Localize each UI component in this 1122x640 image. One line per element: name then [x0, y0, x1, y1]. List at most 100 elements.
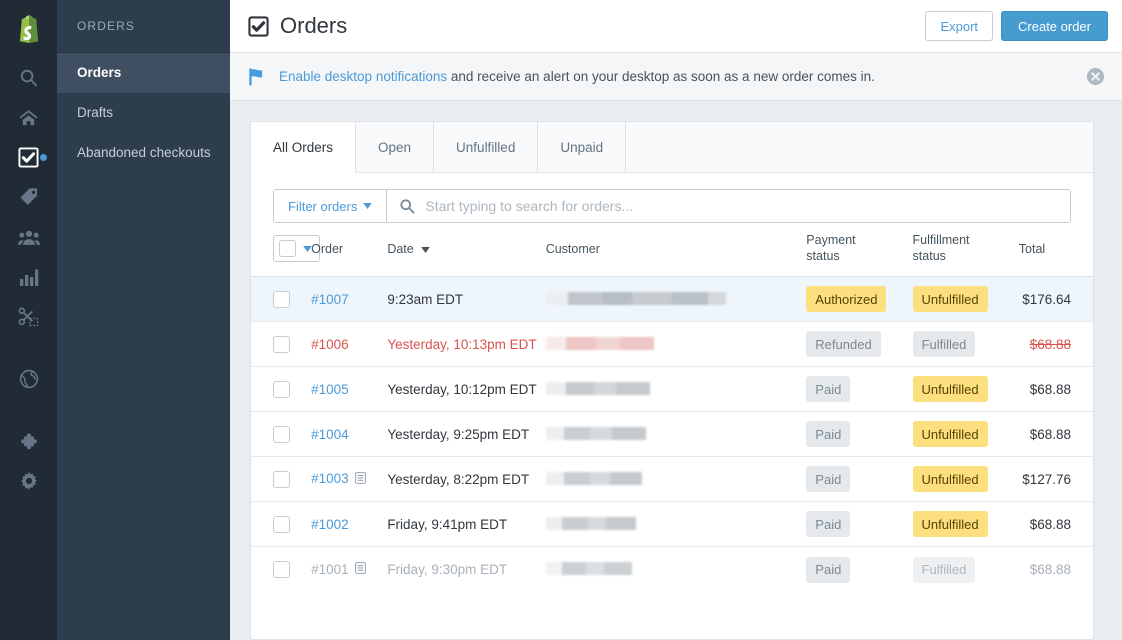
row-checkbox[interactable] [273, 336, 290, 353]
customer-name-redacted [546, 337, 654, 350]
tab-unfulfilled[interactable]: Unfulfilled [434, 122, 538, 172]
rail-item-apps[interactable] [0, 421, 57, 461]
row-order-cell: #1001 [311, 547, 387, 592]
row-payment-cell: Paid [806, 547, 912, 592]
rail-item-orders[interactable] [0, 137, 57, 177]
row-date-cell: Yesterday, 10:13pm EDT [387, 322, 545, 367]
row-select-cell[interactable] [251, 412, 311, 457]
icon-rail [0, 0, 57, 640]
select-all-checkbox[interactable] [279, 240, 296, 257]
rail-item-online-store[interactable] [0, 359, 57, 399]
row-payment-cell: Authorized [806, 277, 912, 322]
row-checkbox[interactable] [273, 471, 290, 488]
row-checkbox[interactable] [273, 291, 290, 308]
order-number-link[interactable]: #1002 [311, 517, 349, 532]
table-row[interactable]: #1002Friday, 9:41pm EDTPaidUnfulfilled$6… [251, 502, 1093, 547]
column-payment-status[interactable]: Payment status [806, 223, 912, 277]
row-customer-cell [546, 412, 807, 457]
puzzle-icon [19, 431, 39, 451]
rail-item-settings[interactable] [0, 461, 57, 501]
table-row[interactable]: #1006 Yesterday, 10:13pm EDT Refunded Fulfi… [251, 322, 1093, 367]
export-button[interactable]: Export [925, 11, 993, 41]
row-select-cell[interactable] [251, 457, 311, 502]
sidebar-item-orders[interactable]: Orders [57, 53, 230, 93]
tab-open[interactable]: Open [356, 122, 434, 172]
row-customer-cell [546, 322, 807, 367]
column-date[interactable]: Date [387, 223, 545, 277]
row-total-cell: $68.88 [1019, 322, 1093, 367]
table-row[interactable]: #1001Friday, 9:30pm EDTPaidFulfilled$68.… [251, 547, 1093, 592]
order-note-icon[interactable] [355, 472, 366, 487]
enable-notifications-link[interactable]: Enable desktop notifications [279, 69, 447, 84]
orders-table: Order Date Customer [251, 223, 1093, 592]
row-checkbox[interactable] [273, 381, 290, 398]
column-customer[interactable]: Customer [546, 223, 807, 277]
fulfillment-status-badge: Unfulfilled [913, 376, 988, 402]
rail-item-reports[interactable] [0, 257, 57, 297]
row-order-cell: #1002 [311, 502, 387, 547]
row-fulfillment-cell: Unfulfilled [913, 457, 1019, 502]
rail-item-products[interactable] [0, 177, 57, 217]
column-total[interactable]: Total [1019, 223, 1093, 277]
notification-banner: Enable desktop notifications and receive… [230, 53, 1122, 101]
sidebar-item-abandoned-checkouts[interactable]: Abandoned checkouts [57, 133, 230, 173]
row-select-cell[interactable] [251, 277, 311, 322]
row-select-cell[interactable] [251, 502, 311, 547]
customer-name-redacted [546, 427, 646, 440]
filter-orders-button[interactable]: Filter orders [274, 190, 387, 222]
customers-icon [18, 229, 40, 246]
table-row[interactable]: #1004Yesterday, 9:25pm EDTPaidUnfulfille… [251, 412, 1093, 457]
row-select-cell[interactable] [251, 322, 311, 367]
payment-status-badge: Authorized [806, 286, 886, 312]
table-row[interactable]: #1005Yesterday, 10:12pm EDTPaidUnfulfill… [251, 367, 1093, 412]
table-row[interactable]: #10079:23am EDTAuthorizedUnfulfilled$176… [251, 277, 1093, 322]
payment-status-badge: Paid [806, 557, 850, 583]
row-select-cell[interactable] [251, 367, 311, 412]
search-wrap [387, 190, 1070, 222]
row-fulfillment-cell: Fulfilled [913, 322, 1019, 367]
order-number-link[interactable]: #1005 [311, 382, 349, 397]
close-notification-button[interactable] [1084, 66, 1106, 88]
bar-chart-icon [19, 268, 39, 287]
order-note-icon[interactable] [355, 562, 366, 577]
sidebar-nav: ORDERS Orders Drafts Abandoned checkouts [57, 0, 230, 640]
row-order-cell: #1003 [311, 457, 387, 502]
search-input[interactable] [415, 198, 1070, 214]
table-row[interactable]: #1003Yesterday, 8:22pm EDTPaidUnfulfille… [251, 457, 1093, 502]
fulfillment-status-badge: Unfulfilled [913, 286, 988, 312]
row-checkbox[interactable] [273, 426, 290, 443]
search-icon [399, 198, 415, 214]
tab-unpaid[interactable]: Unpaid [538, 122, 626, 172]
column-fulfillment-status[interactable]: Fulfillment status [913, 223, 1019, 277]
order-number-link[interactable]: #1006 [311, 337, 349, 352]
caret-down-icon [421, 242, 430, 256]
row-customer-cell [546, 457, 807, 502]
shopify-logo[interactable] [0, 0, 57, 57]
column-order[interactable]: Order [311, 223, 387, 277]
row-fulfillment-cell: Fulfilled [913, 547, 1019, 592]
row-checkbox[interactable] [273, 561, 290, 578]
fulfillment-status-badge: Unfulfilled [913, 466, 988, 492]
rail-item-discounts[interactable] [0, 297, 57, 337]
row-fulfillment-cell: Unfulfilled [913, 412, 1019, 457]
row-checkbox[interactable] [273, 516, 290, 533]
create-order-button[interactable]: Create order [1001, 11, 1108, 41]
order-number-link[interactable]: #1004 [311, 427, 349, 442]
order-number-link[interactable]: #1007 [311, 292, 349, 307]
payment-status-badge: Refunded [806, 331, 880, 357]
tab-all-orders[interactable]: All Orders [251, 122, 356, 173]
row-date-cell: Friday, 9:41pm EDT [387, 502, 545, 547]
sidebar-item-drafts[interactable]: Drafts [57, 93, 230, 133]
notification-rest-text: and receive an alert on your desktop as … [447, 69, 875, 84]
rail-item-search[interactable] [0, 57, 57, 97]
row-fulfillment-cell: Unfulfilled [913, 502, 1019, 547]
row-total-cell: $127.76 [1019, 457, 1093, 502]
row-order-cell: #1006 [311, 322, 387, 367]
row-select-cell[interactable] [251, 547, 311, 592]
rail-item-home[interactable] [0, 97, 57, 137]
row-order-cell: #1007 [311, 277, 387, 322]
rail-item-customers[interactable] [0, 217, 57, 257]
order-number-link[interactable]: #1001 [311, 562, 349, 577]
order-number-link[interactable]: #1003 [311, 471, 349, 486]
flag-icon [248, 68, 265, 86]
